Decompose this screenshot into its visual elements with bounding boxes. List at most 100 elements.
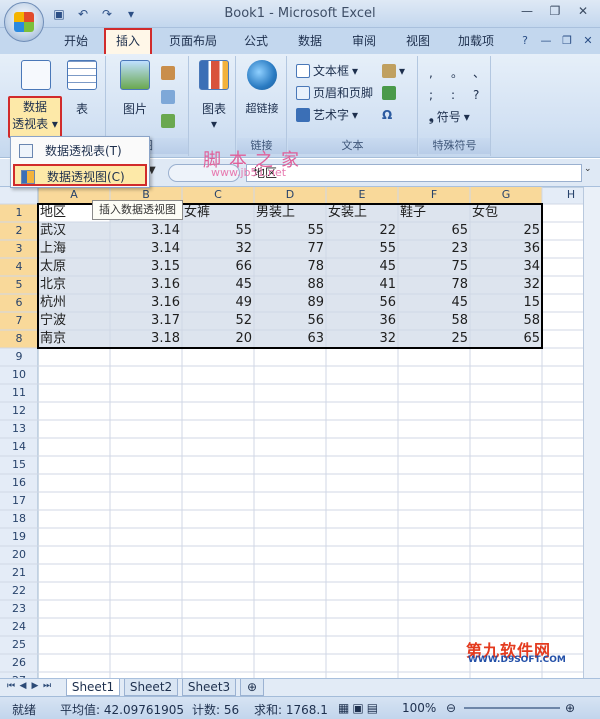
table-button[interactable]: 表 [64,60,100,117]
save-icon[interactable]: ▣ [50,5,68,23]
cell[interactable]: 45 [398,294,470,312]
cell[interactable]: 78 [254,258,326,276]
smartart-icon[interactable] [161,112,175,130]
row-header[interactable]: 16 [0,476,38,489]
pivot-table-button[interactable]: 数据 透视表 ▾ [8,96,62,138]
cell[interactable]: 56 [254,312,326,330]
ribbon-restore-icon[interactable]: ❐ [559,32,575,48]
cell[interactable]: 45 [326,258,398,276]
sheet-tab-1[interactable]: Sheet1 [66,679,120,696]
cell[interactable]: 32 [182,240,254,258]
cell[interactable]: 女裤 [182,204,254,222]
cell[interactable]: 58 [470,312,542,330]
signature-icon[interactable]: ▾ [382,62,405,80]
cell[interactable]: 23 [398,240,470,258]
cell[interactable]: 3.15 [110,258,182,276]
cell[interactable]: 22 [326,222,398,240]
ribbon-minimize-icon[interactable]: — [538,32,554,48]
row-header[interactable]: 24 [0,620,38,633]
tab-review[interactable]: 审阅 [342,30,386,54]
sheet-tab-2[interactable]: Sheet2 [124,679,178,696]
cell[interactable]: 宁波 [38,312,110,330]
restore-icon[interactable]: ❐ [542,2,568,20]
tab-page-layout[interactable]: 页面布局 [160,30,226,54]
spreadsheet-grid[interactable]: A B C D E F G H 1 2 3 4 5 6 7 8 9 10 11 12 13 14 15 16 17 18 19 20 2… [0,187,600,678]
symbol-button[interactable]: ❟ 符号 ▾ [429,108,470,126]
tab-insert[interactable]: 插入 [104,28,152,54]
row-header[interactable]: 11 [0,386,38,399]
symbol-enum-comma[interactable]: 、 [473,64,485,82]
ribbon-close-icon[interactable]: ✕ [580,32,596,48]
cell[interactable]: 65 [470,330,542,348]
cell[interactable]: 25 [398,330,470,348]
office-button[interactable] [4,2,44,42]
cell[interactable]: 南京 [38,330,110,348]
row-header[interactable]: 10 [0,368,38,381]
cell[interactable]: 上海 [38,240,110,258]
symbol-period[interactable]: 。 [451,64,463,82]
row-header[interactable]: 22 [0,584,38,597]
row-header[interactable]: 18 [0,512,38,525]
object-icon[interactable] [382,84,396,102]
row-header[interactable]: 23 [0,602,38,615]
symbol-colon[interactable]: : [451,86,455,104]
pivot-table-icon[interactable] [12,60,60,92]
cell[interactable]: 3.14 [110,222,182,240]
help-icon[interactable]: ? [517,32,533,48]
cell[interactable]: 88 [254,276,326,294]
expand-formula-icon[interactable]: ⌄ [584,164,596,182]
cell[interactable]: 36 [470,240,542,258]
first-sheet-icon[interactable]: ⏮ [6,681,16,695]
column-header-F[interactable]: F [398,188,470,201]
column-header-E[interactable]: E [326,188,398,201]
cell[interactable]: 3.14 [110,240,182,258]
tab-home[interactable]: 开始 [56,30,96,54]
last-sheet-icon[interactable]: ⏭ [42,681,52,695]
cell[interactable]: 41 [326,276,398,294]
omega-icon[interactable]: Ω [382,106,392,124]
textbox-button[interactable]: 文本框 ▾ [296,62,358,80]
row-header[interactable]: 4 [0,260,38,273]
cell[interactable]: 25 [470,222,542,240]
customize-icon[interactable]: ▾ [122,5,140,23]
vertical-scrollbar[interactable] [583,187,600,678]
cell[interactable]: 55 [182,222,254,240]
tab-view[interactable]: 视图 [396,30,440,54]
tab-formulas[interactable]: 公式 [234,30,278,54]
cell[interactable]: 3.17 [110,312,182,330]
row-header[interactable]: 19 [0,530,38,543]
symbol-question[interactable]: ? [473,86,479,104]
zoom-level[interactable]: 100% [402,701,436,715]
cell[interactable]: 66 [182,258,254,276]
zoom-in-icon[interactable]: ⊕ [565,701,575,715]
menu-item-pivot-chart[interactable]: 数据透视图(C) [13,164,147,186]
row-header[interactable]: 26 [0,656,38,669]
cell[interactable]: 3.16 [110,276,182,294]
chart-button[interactable]: 图表 ▾ [194,60,234,131]
row-header[interactable]: 25 [0,638,38,651]
zoom-out-icon[interactable]: ⊖ [446,701,456,715]
row-header[interactable]: 3 [0,242,38,255]
menu-item-pivot-table[interactable]: 数据透视表(T) [13,140,147,162]
cell[interactable]: 65 [398,222,470,240]
cell[interactable]: 56 [326,294,398,312]
row-header[interactable]: 14 [0,440,38,453]
redo-icon[interactable]: ↷ [98,5,116,23]
row-header[interactable]: 17 [0,494,38,507]
normal-view-icon[interactable]: ▦ [338,701,349,715]
close-icon[interactable]: ✕ [570,2,596,20]
row-header[interactable]: 20 [0,548,38,561]
cell[interactable]: 75 [398,258,470,276]
cell[interactable]: 32 [470,276,542,294]
zoom-slider[interactable] [464,707,560,709]
cell[interactable]: 78 [398,276,470,294]
cell[interactable]: 女装上 [326,204,398,222]
symbol-semicolon[interactable]: ; [429,86,433,104]
cell[interactable]: 男装上 [254,204,326,222]
undo-icon[interactable]: ↶ [74,5,92,23]
row-header[interactable]: 12 [0,404,38,417]
shapes-icon[interactable] [161,88,175,106]
row-header[interactable]: 1 [0,206,38,219]
row-header[interactable]: 21 [0,566,38,579]
cell[interactable]: 49 [182,294,254,312]
